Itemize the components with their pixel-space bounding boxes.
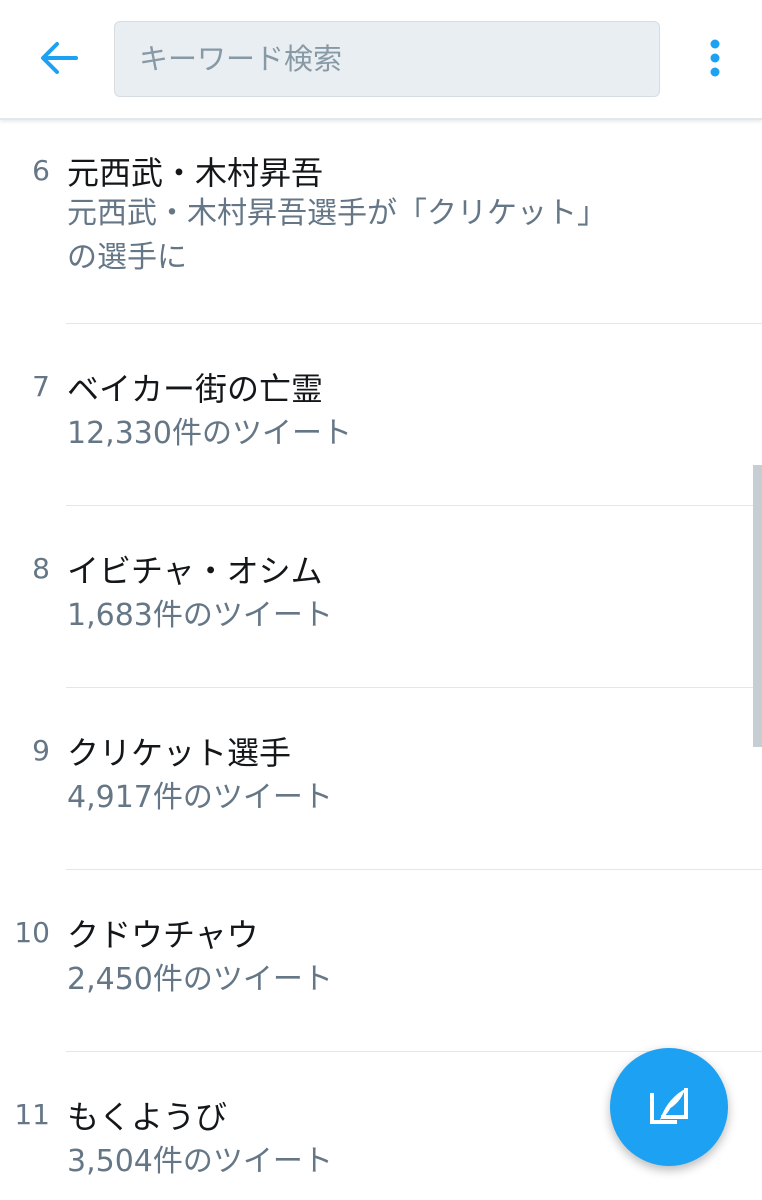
trend-item[interactable]: 8 イビチャ・オシム 1,683件のツイート	[0, 506, 762, 688]
top-app-bar	[0, 0, 762, 120]
trend-tweet-count: 4,917件のツイート	[67, 780, 333, 815]
trend-rank: 7	[32, 370, 50, 403]
trend-tweet-count: 12,330件のツイート	[67, 416, 352, 451]
trend-name: イビチャ・オシム	[67, 552, 323, 590]
trend-name: ベイカー街の亡霊	[67, 370, 324, 408]
trend-rank: 8	[32, 552, 50, 585]
trend-tweet-count: 2,450件のツイート	[67, 962, 333, 997]
trend-rank: 10	[14, 916, 50, 949]
trend-name: クリケット選手	[67, 734, 292, 772]
search-input[interactable]	[115, 22, 659, 96]
trend-tweet-count: 1,683件のツイート	[67, 598, 333, 633]
trend-description: 元西武・木村昇吾選手が「クリケット」の選手に	[67, 196, 607, 275]
trends-screen: 6 元西武・木村昇吾 元西武・木村昇吾選手が「クリケット」の選手に 7 ベイカー…	[0, 0, 762, 1200]
trend-name: クドウチャウ	[67, 916, 259, 954]
trend-item[interactable]: 9 クリケット選手 4,917件のツイート	[0, 688, 762, 870]
trend-rank: 11	[14, 1098, 50, 1131]
arrow-left-icon	[38, 40, 80, 80]
trend-rank: 6	[32, 154, 50, 187]
trend-name: もくようび	[67, 1098, 228, 1136]
compose-tweet-icon	[644, 1080, 694, 1134]
trend-rank: 9	[32, 734, 50, 767]
trends-list: 6 元西武・木村昇吾 元西武・木村昇吾選手が「クリケット」の選手に 7 ベイカー…	[0, 120, 762, 1200]
compose-tweet-button[interactable]	[610, 1048, 728, 1166]
search-field[interactable]	[114, 21, 660, 97]
back-button[interactable]	[26, 30, 92, 90]
more-vertical-icon	[709, 38, 721, 82]
trend-tweet-count: 3,504件のツイート	[67, 1144, 333, 1179]
trend-name: 元西武・木村昇吾	[67, 154, 324, 192]
more-options-button[interactable]	[694, 34, 736, 86]
trend-item[interactable]: 7 ベイカー街の亡霊 12,330件のツイート	[0, 324, 762, 506]
trend-item[interactable]: 6 元西武・木村昇吾 元西武・木村昇吾選手が「クリケット」の選手に	[0, 120, 762, 324]
scrollbar-thumb[interactable]	[753, 465, 762, 747]
trend-item[interactable]: 10 クドウチャウ 2,450件のツイート	[0, 870, 762, 1052]
